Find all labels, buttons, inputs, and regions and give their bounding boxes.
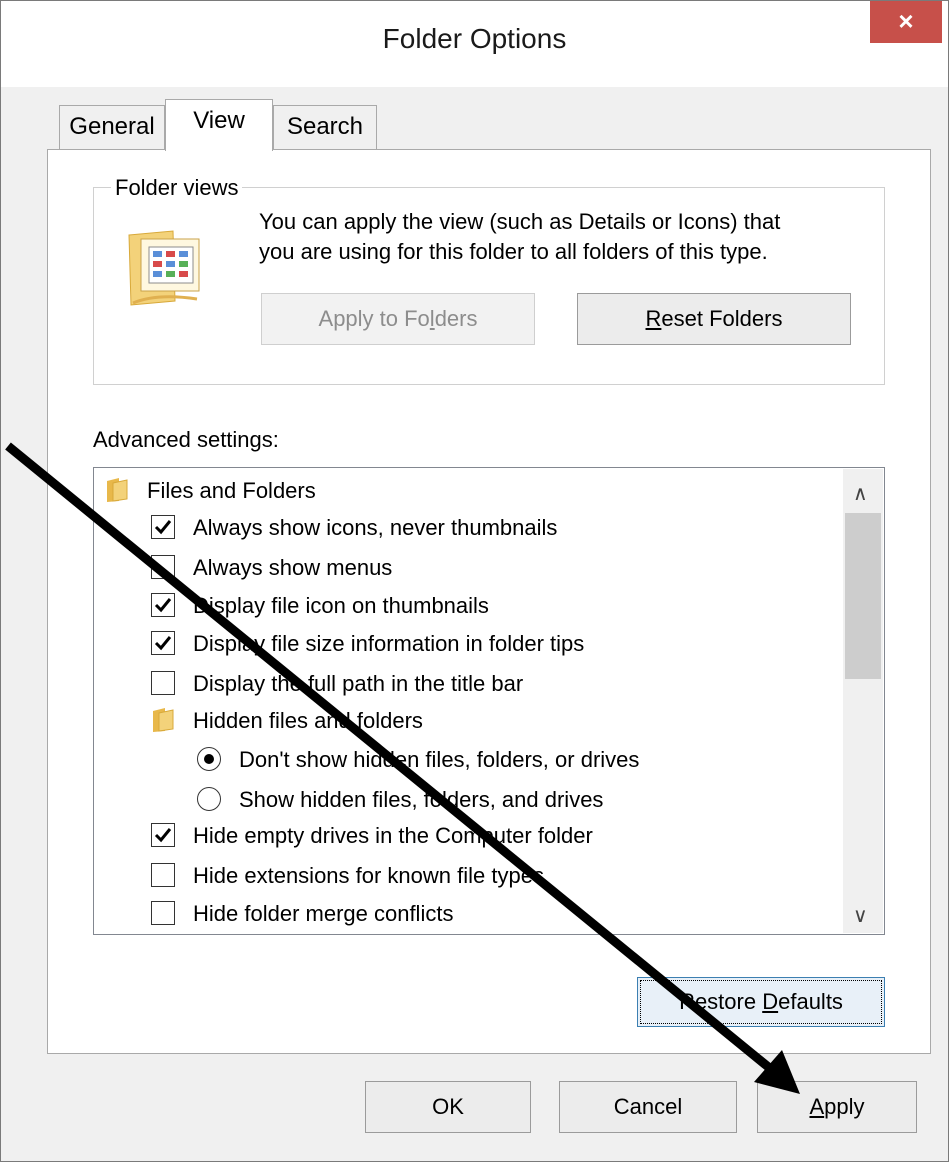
checkbox-always-show-icons[interactable] — [151, 515, 175, 539]
reset-folders-accel: R — [645, 306, 662, 331]
cancel-button[interactable]: Cancel — [559, 1081, 737, 1133]
scroll-down-icon[interactable]: ∨ — [853, 903, 868, 928]
list-item-label: Display file size information in folder … — [193, 631, 585, 656]
reset-folders-label-b: eset Folders — [661, 306, 783, 331]
checkmark-icon — [154, 828, 172, 843]
radio-show-hidden[interactable] — [197, 787, 221, 811]
list-item-label: Display file icon on thumbnails — [193, 593, 489, 618]
checkbox-display-full-path[interactable] — [151, 671, 175, 695]
checkbox-display-file-icon[interactable] — [151, 593, 175, 617]
list-item-label: Display the full path in the title bar — [193, 671, 524, 696]
checkbox-display-file-size[interactable] — [151, 631, 175, 655]
title-bar: Folder Options × — [1, 1, 948, 87]
cancel-label: Cancel — [613, 1094, 683, 1119]
tab-search-label: Search — [286, 113, 364, 140]
restore-defaults-accel: D — [762, 989, 779, 1014]
close-button[interactable]: × — [870, 1, 942, 43]
window-title: Folder Options — [382, 23, 567, 54]
checkbox-hide-empty-drives[interactable] — [151, 823, 175, 847]
checkbox-always-show-menus[interactable] — [151, 555, 175, 579]
list-item-label: Always show menus — [193, 555, 393, 580]
radio-dot-icon — [204, 754, 214, 764]
list-item-label: Hide empty drives in the Computer folder — [193, 823, 593, 848]
tab-general[interactable]: General — [59, 105, 165, 151]
folder-views-description: You can apply the view (such as Details … — [259, 207, 879, 267]
apply-accel: A — [809, 1094, 825, 1119]
list-item-files-and-folders: Files and Folders — [147, 478, 316, 503]
list-item-label: Hide extensions for known file types — [193, 863, 544, 888]
checkmark-icon — [154, 598, 172, 613]
apply-to-folders-label-a: Apply to Fo — [318, 306, 430, 331]
apply-label-b: pply — [824, 1094, 865, 1119]
tab-view-label: View — [193, 107, 245, 134]
list-item-hidden-files-and-folders: Hidden files and folders — [193, 708, 423, 733]
checkmark-icon — [154, 636, 172, 651]
folder-icon — [153, 708, 174, 732]
ok-label: OK — [432, 1094, 464, 1119]
checkmark-icon — [154, 520, 172, 535]
apply-to-folders-label-b: ders — [434, 306, 478, 331]
list-item-label: Don't show hidden files, folders, or dri… — [239, 747, 640, 772]
restore-defaults-label-b: efaults — [778, 989, 843, 1014]
folder-views-group-label: Folder views — [111, 175, 243, 201]
folder-options-window: Folder Options × General View Search Fol… — [0, 0, 949, 1162]
scroll-up-icon[interactable]: ∧ — [853, 481, 868, 506]
list-item-label: Hide folder merge conflicts — [193, 901, 454, 926]
tab-search[interactable]: Search — [273, 105, 377, 151]
folder-icon — [107, 478, 128, 502]
checkbox-hide-folder-merge[interactable] — [151, 901, 175, 925]
list-item-label: Always show icons, never thumbnails — [193, 515, 558, 540]
description-line-1: You can apply the view (such as Details … — [259, 209, 781, 234]
apply-button[interactable]: Apply — [757, 1081, 917, 1133]
ok-button[interactable]: OK — [365, 1081, 531, 1133]
checkbox-hide-extensions[interactable] — [151, 863, 175, 887]
reset-folders-button[interactable]: Reset Folders — [577, 293, 851, 345]
tab-view[interactable]: View — [165, 99, 273, 151]
list-item-label: Show hidden files, folders, and drives — [239, 787, 604, 812]
folder-view-icon — [128, 230, 200, 306]
apply-to-folders-button[interactable]: Apply to Folders — [261, 293, 535, 345]
restore-defaults-label-a: Restore — [679, 989, 763, 1014]
list-scrollbar-thumb[interactable] — [845, 513, 881, 679]
restore-defaults-button[interactable]: Restore Defaults — [637, 977, 885, 1027]
tab-general-label: General — [69, 113, 155, 140]
description-line-2: you are using for this folder to all fol… — [259, 239, 768, 264]
advanced-settings-label: Advanced settings: — [93, 427, 279, 452]
radio-dont-show-hidden[interactable] — [197, 747, 221, 771]
